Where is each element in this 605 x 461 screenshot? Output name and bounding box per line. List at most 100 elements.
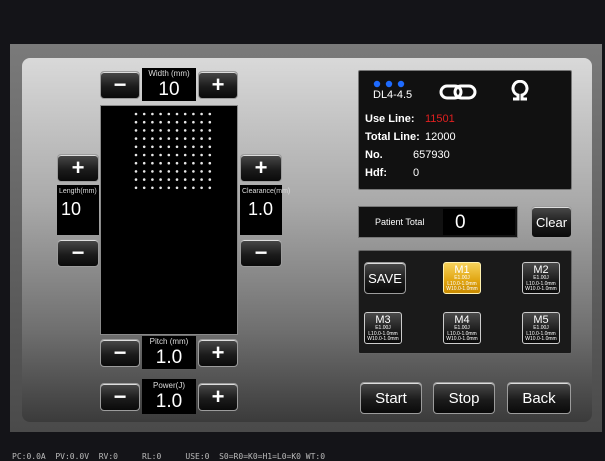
- memory-slot-m2[interactable]: M2 E1.00J L10.0-1.0mm W10.0-1.0mm: [522, 262, 560, 294]
- spot-dot: [175, 112, 179, 116]
- spot-pattern-preview: [100, 105, 238, 335]
- spot-dot: [159, 112, 162, 116]
- stop-button[interactable]: Stop: [433, 382, 495, 414]
- spot-dot: [134, 161, 138, 165]
- spot-dot: [142, 145, 146, 149]
- length-value-box: Length(mm) 10: [57, 185, 99, 235]
- save-button[interactable]: SAVE: [364, 262, 406, 294]
- clearance-unit: (mm): [273, 188, 291, 195]
- spot-dot: [192, 153, 195, 157]
- spot-dot: [192, 145, 195, 149]
- power-value-box: Power(J) 1.0: [142, 379, 196, 414]
- power-label: Power: [152, 381, 176, 390]
- start-button[interactable]: Start: [360, 382, 422, 414]
- spot-dot: [175, 153, 179, 157]
- spot-dot: [142, 129, 146, 132]
- spot-dot: [200, 178, 203, 181]
- power-value: 1.0: [155, 391, 183, 412]
- spot-dot: [192, 120, 195, 124]
- cartridge-info-panel: DL4-4.5 Use Line: 11501 Total Line: 12000 …: [358, 70, 572, 190]
- spot-dot: [159, 153, 162, 157]
- spot-dot: [175, 186, 179, 190]
- spot-dot: [192, 137, 195, 140]
- spot-dot: [151, 170, 154, 173]
- width-unit: (mm): [171, 69, 190, 78]
- clearance-minus-button[interactable]: −: [240, 239, 282, 267]
- hdf-row: Hdf: 0: [365, 167, 419, 179]
- serial-number-label: No.: [365, 149, 383, 161]
- spot-dot: [159, 137, 162, 140]
- spot-dot: [134, 186, 138, 190]
- spot-dot: [183, 120, 187, 124]
- spot-dot: [167, 170, 171, 173]
- spot-dot: [192, 186, 195, 190]
- back-button[interactable]: Back: [507, 382, 571, 414]
- spot-dot: [200, 161, 203, 165]
- spot-dot: [175, 120, 179, 124]
- spot-dot: [175, 129, 179, 132]
- width-label: Width: [148, 69, 169, 78]
- spot-dot: [208, 120, 212, 124]
- spot-dot: [183, 153, 187, 157]
- pitch-minus-button[interactable]: −: [100, 339, 140, 367]
- cartridge-model: DL4-4.5: [373, 89, 413, 101]
- spot-dot: [200, 120, 203, 124]
- spot-dot: [151, 145, 154, 149]
- spot-dot: [134, 178, 138, 181]
- status-indicator-dots: [373, 80, 405, 88]
- memory-slot-m4[interactable]: M4 E1.00J L10.0-1.0mm W10.0-1.0mm: [443, 312, 481, 344]
- patient-total-display: 0: [443, 209, 515, 235]
- memory-slot-width: W10.0-1.0mm: [446, 336, 478, 342]
- spot-dot: [183, 170, 187, 173]
- memory-slot-width: W10.0-1.0mm: [525, 336, 557, 342]
- memory-slot-m5[interactable]: M5 E1.00J L10.0-1.0mm W10.0-1.0mm: [522, 312, 560, 344]
- patient-total-box: Patient Total 0: [358, 206, 518, 238]
- spot-dot: [175, 145, 179, 149]
- spot-dot: [142, 161, 146, 165]
- pitch-plus-button[interactable]: +: [198, 339, 238, 367]
- omega-icon: [511, 80, 529, 101]
- width-plus-button[interactable]: +: [198, 71, 238, 99]
- spot-dot: [167, 120, 171, 124]
- spot-dot: [192, 178, 195, 181]
- pitch-unit: (mm): [169, 337, 189, 346]
- spot-dot: [167, 178, 171, 181]
- clear-button[interactable]: Clear: [531, 206, 572, 238]
- total-line-label: Total Line:: [365, 131, 420, 143]
- serial-number-value: 657930: [413, 149, 450, 161]
- spot-dot: [151, 120, 154, 124]
- clearance-label: Clearance: [242, 188, 274, 195]
- width-minus-button[interactable]: −: [100, 71, 140, 99]
- spot-dot: [192, 129, 195, 132]
- power-plus-button[interactable]: +: [198, 383, 238, 411]
- spot-dot: [208, 129, 212, 132]
- spot-dot: [134, 153, 138, 157]
- patient-total-label: Patient Total: [375, 217, 425, 227]
- spot-dot: [167, 129, 171, 132]
- spot-dot: [159, 129, 162, 132]
- total-line-row: Total Line: 12000: [365, 131, 456, 143]
- pitch-value: 1.0: [155, 347, 183, 368]
- spot-dot: [151, 178, 154, 181]
- power-minus-button[interactable]: −: [100, 383, 140, 411]
- spot-dot: [167, 186, 171, 190]
- patient-total-value: 0: [455, 212, 466, 233]
- memory-slot-m1[interactable]: M1 E1.00J L10.0-1.0mm W10.0-1.0mm: [443, 262, 481, 294]
- length-plus-button[interactable]: +: [57, 154, 99, 182]
- spot-dot: [142, 153, 146, 157]
- spot-dot: [200, 137, 203, 140]
- spot-dot: [134, 112, 138, 116]
- spot-dot: [208, 112, 212, 116]
- use-line-label: Use Line:: [365, 113, 415, 125]
- spot-dot: [208, 145, 212, 149]
- spot-dot: [142, 112, 146, 116]
- spot-dot: [208, 170, 212, 173]
- spot-dot: [142, 186, 146, 190]
- spot-dot: [200, 112, 203, 116]
- length-minus-button[interactable]: −: [57, 239, 99, 267]
- spot-dot: [200, 153, 203, 157]
- spot-dot: [151, 137, 154, 140]
- spot-dot: [151, 161, 154, 165]
- clearance-plus-button[interactable]: +: [240, 154, 282, 182]
- memory-slot-m3[interactable]: M3 E1.00J L10.0-1.0mm W10.0-1.0mm: [364, 312, 402, 344]
